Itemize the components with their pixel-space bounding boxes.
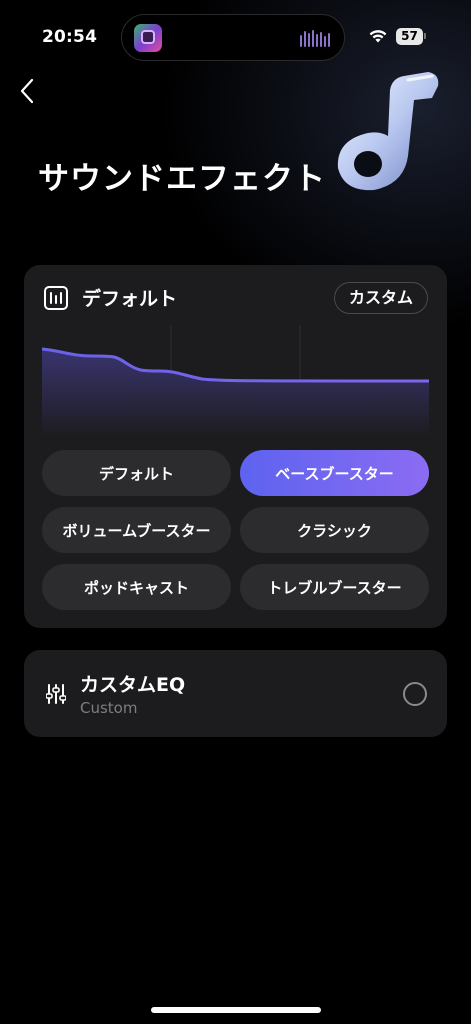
custom-eq-title: カスタムEQ (80, 674, 186, 696)
back-chevron-icon[interactable] (14, 76, 44, 106)
preset-classic-button[interactable]: クラシック (240, 507, 429, 553)
custom-eq-subtitle: Custom (80, 699, 138, 717)
equalizer-icon (44, 286, 68, 310)
audio-wave-icon (300, 30, 330, 47)
preset-bass-booster-button[interactable]: ベースブースター (240, 450, 429, 496)
sliders-icon (46, 684, 66, 704)
eq-curve-fill (42, 349, 429, 437)
battery-indicator: 57 (396, 28, 423, 45)
custom-eq-option[interactable]: カスタムEQ Custom (24, 650, 447, 737)
music-note-icon (337, 72, 439, 191)
custom-eq-radio[interactable] (403, 682, 427, 706)
custom-button[interactable]: カスタム (333, 282, 428, 314)
preset-card: デフォルト カスタム デフォルト ベースブースター ボリュームブースター クラシ… (24, 265, 447, 628)
selected-preset-title: デフォルト (82, 288, 178, 310)
dynamic-island[interactable] (121, 14, 345, 61)
page-title: サウンドエフェクト (38, 161, 326, 197)
preset-grid: デフォルト ベースブースター ボリュームブースター クラシック ポッドキャスト … (42, 450, 429, 610)
wifi-icon (369, 30, 387, 43)
preset-treble-booster-button[interactable]: トレブルブースター (240, 564, 429, 610)
status-time: 20:54 (42, 27, 98, 47)
preset-podcast-button[interactable]: ポッドキャスト (42, 564, 231, 610)
preset-volume-booster-button[interactable]: ボリュームブースター (42, 507, 231, 553)
eq-curve-graph (42, 325, 429, 437)
battery-tip (424, 33, 426, 39)
now-playing-app-icon (134, 24, 162, 52)
sound-effect-screen: 20:54 57 サウンドエフェクト デフォルト カスタム デフォルト ベースブ… (0, 0, 471, 1024)
home-indicator (151, 1007, 321, 1013)
preset-default-button[interactable]: デフォルト (42, 450, 231, 496)
